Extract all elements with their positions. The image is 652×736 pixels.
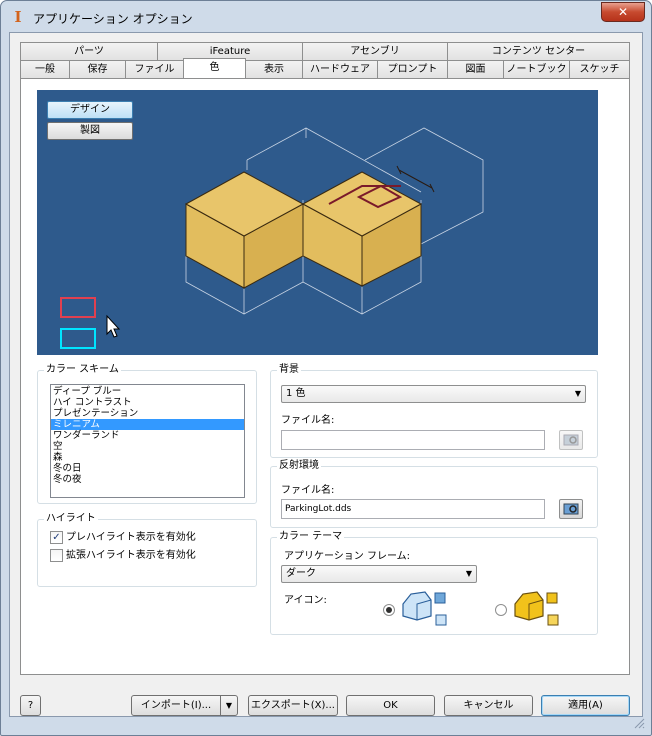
cancel-button[interactable]: キャンセル [444, 695, 533, 716]
highlight-color-swatch [60, 328, 96, 349]
list-item[interactable]: プレゼンテーション [51, 408, 244, 419]
list-item[interactable]: ハイ コントラスト [51, 397, 244, 408]
tab-content-center[interactable]: コンテンツ センター [447, 42, 630, 60]
chevron-down-icon: ▼ [574, 389, 581, 398]
background-type-dropdown[interactable]: 1 色 ▼ [281, 385, 586, 403]
chevron-down-icon: ▼ [465, 569, 472, 578]
reflection-title: 反射環境 [277, 460, 321, 472]
resize-grip-icon[interactable] [632, 716, 646, 730]
color-scheme-list[interactable]: ディープ ブルー ハイ コントラスト プレゼンテーション ミレニアム ワンダーラ… [50, 384, 245, 498]
list-item[interactable]: 森 [51, 452, 244, 463]
tab-general[interactable]: 一般 [20, 60, 70, 78]
app-frame-dropdown[interactable]: ダーク ▼ [281, 565, 477, 583]
tab-colors[interactable]: 色 [183, 58, 246, 78]
apply-button[interactable]: 適用(A) [541, 695, 630, 716]
tab-file[interactable]: ファイル [125, 60, 184, 78]
app-frame-value: ダーク [286, 568, 316, 579]
background-title: 背景 [277, 364, 301, 376]
list-item[interactable]: ワンダーランド [51, 430, 244, 441]
tab-display[interactable]: 表示 [245, 60, 303, 78]
dimension-marker [396, 165, 435, 193]
color-scheme-title: カラー スキーム [44, 364, 121, 376]
color-preview: デザイン 製図 [37, 90, 598, 355]
tab-notebook[interactable]: ノートブック [503, 60, 570, 78]
ok-button[interactable]: OK [346, 695, 435, 716]
background-type-value: 1 色 [286, 388, 306, 399]
blue-theme-preview-icon [402, 591, 447, 626]
reflection-browse-button[interactable] [559, 499, 583, 519]
tab-hardware[interactable]: ハードウェア [302, 60, 378, 78]
list-item-selected[interactable]: ミレニアム [51, 419, 244, 430]
tab-sketch[interactable]: スケッチ [569, 60, 630, 78]
list-item[interactable]: 冬の夜 [51, 474, 244, 485]
help-button[interactable]: ? [20, 695, 41, 716]
prehighlight-label: プレハイライト表示を有効化 [66, 532, 196, 543]
help-icon: ? [27, 700, 34, 711]
import-dropdown-button[interactable]: ▼ [220, 695, 238, 716]
tab-drawing[interactable]: 図面 [447, 60, 504, 78]
browse-image-icon [563, 434, 579, 446]
inventor-app-icon: I [14, 8, 22, 26]
tab-prompts[interactable]: プロンプト [377, 60, 448, 78]
import-button[interactable]: インポート(I)... [131, 695, 221, 716]
title-bar[interactable]: I アプリケーション オプション ✕ [1, 1, 651, 33]
radio-selected-dot [386, 607, 392, 613]
reflection-file-label: ファイル名: [281, 485, 335, 496]
enhanced-highlight-label: 拡張ハイライト表示を有効化 [66, 550, 196, 561]
highlight-title: ハイライト [44, 513, 98, 525]
list-item[interactable]: 空 [51, 441, 244, 452]
export-button[interactable]: エクスポート(X)... [248, 695, 338, 716]
icon-theme-yellow-radio[interactable] [495, 604, 507, 616]
background-file-field[interactable] [281, 430, 545, 450]
window-title: アプリケーション オプション [33, 12, 193, 26]
app-frame-label: アプリケーション フレーム: [284, 551, 411, 562]
preview-model-svg [106, 127, 484, 338]
chevron-down-icon: ▼ [225, 701, 233, 710]
prehighlight-checkbox[interactable]: ✓ [50, 531, 63, 544]
selection-color-swatch [60, 297, 96, 318]
browse-image-icon [563, 503, 579, 515]
reflection-file-field[interactable]: ParkingLot.dds [281, 499, 545, 519]
icon-theme-blue-radio[interactable] [383, 604, 395, 616]
close-button[interactable]: ✕ [601, 2, 645, 22]
enhanced-highlight-checkbox[interactable] [50, 549, 63, 562]
icon-theme-label: アイコン: [284, 595, 327, 606]
tab-parts[interactable]: パーツ [20, 42, 158, 60]
list-item[interactable]: 冬の日 [51, 463, 244, 474]
tab-save[interactable]: 保存 [69, 60, 126, 78]
yellow-theme-preview-icon [514, 591, 559, 626]
list-item[interactable]: ディープ ブルー [51, 386, 244, 397]
background-file-label: ファイル名: [281, 415, 335, 426]
background-browse-button[interactable] [559, 430, 583, 450]
color-theme-title: カラー テーマ [277, 531, 345, 543]
tab-assembly[interactable]: アセンブリ [302, 42, 448, 60]
cursor-arrow-icon [106, 314, 121, 338]
